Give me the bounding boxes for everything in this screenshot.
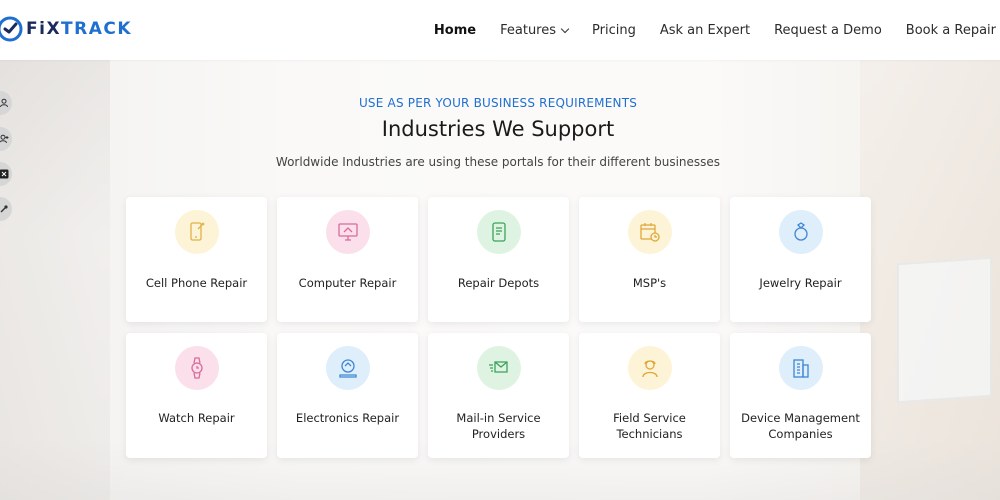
industries-grid: Cell Phone Repair Computer Repair Repair… — [126, 197, 871, 458]
industry-label: Electronics Repair — [295, 411, 400, 425]
industry-label: Device Management Companies — [741, 411, 860, 441]
industry-card-computer-repair[interactable]: Computer Repair — [277, 197, 418, 322]
industry-card-device-management-companies[interactable]: Device Management Companies — [730, 333, 871, 458]
industry-card-watch-repair[interactable]: Watch Repair — [126, 333, 267, 458]
building-icon — [778, 346, 823, 390]
industry-card-field-service-technicians[interactable]: Field Service Technicians — [579, 333, 720, 458]
industry-card-jewelry-repair[interactable]: Jewelry Repair — [730, 197, 871, 322]
industry-label: Repair Depots — [457, 276, 540, 290]
industry-card-cell-phone-repair[interactable]: Cell Phone Repair — [126, 197, 267, 322]
industry-label: Computer Repair — [298, 276, 397, 290]
industry-label: Jewelry Repair — [759, 276, 842, 290]
site-header: FiXTRACK Home Features Pricing Ask an Ex… — [0, 0, 1000, 60]
industry-label: Watch Repair — [158, 411, 235, 425]
industry-label: Field Service Technicians — [613, 411, 686, 441]
nav-ask-an-expert[interactable]: Ask an Expert — [660, 23, 750, 38]
nav-book-a-repair[interactable]: Book a Repair — [906, 23, 996, 38]
industry-card-repair-depots[interactable]: Repair Depots — [428, 197, 569, 322]
industry-label: MSP's — [632, 276, 667, 290]
nav-home[interactable]: Home — [434, 23, 476, 38]
industry-card-electronics-repair[interactable]: Electronics Repair — [277, 333, 418, 458]
watch-icon — [174, 346, 219, 390]
mail-in-icon — [476, 346, 521, 390]
section-eyebrow: USE AS PER YOUR BUSINESS REQUIREMENTS — [358, 96, 638, 110]
industry-label: Cell Phone Repair — [145, 276, 248, 290]
technician-icon — [627, 346, 672, 390]
calendar-clock-icon — [627, 210, 672, 254]
chevron-down-icon — [560, 24, 570, 33]
industry-card-mail-in-service-providers[interactable]: Mail-in Service Providers — [428, 333, 569, 458]
section-title: Industries We Support — [381, 117, 615, 141]
phone-repair-icon — [174, 210, 219, 254]
repair-depot-icon — [476, 210, 521, 254]
nav-features[interactable]: Features — [500, 23, 570, 38]
computer-repair-icon — [325, 210, 370, 254]
electronics-icon — [325, 346, 370, 390]
jewelry-icon — [778, 210, 823, 254]
main-nav: Home Features Pricing Ask an Expert Requ… — [410, 0, 996, 60]
nav-request-a-demo[interactable]: Request a Demo — [774, 23, 882, 38]
nav-pricing[interactable]: Pricing — [592, 23, 636, 38]
industry-card-msps[interactable]: MSP's — [579, 197, 720, 322]
fixtrack-logo[interactable]: FiXTRACK — [0, 14, 132, 44]
logo-wordmark: FiXTRACK — [26, 19, 133, 39]
logo-mark-icon — [0, 16, 23, 42]
industry-label: Mail-in Service Providers — [456, 411, 541, 441]
section-subtitle: Worldwide Industries are using these por… — [275, 155, 721, 169]
